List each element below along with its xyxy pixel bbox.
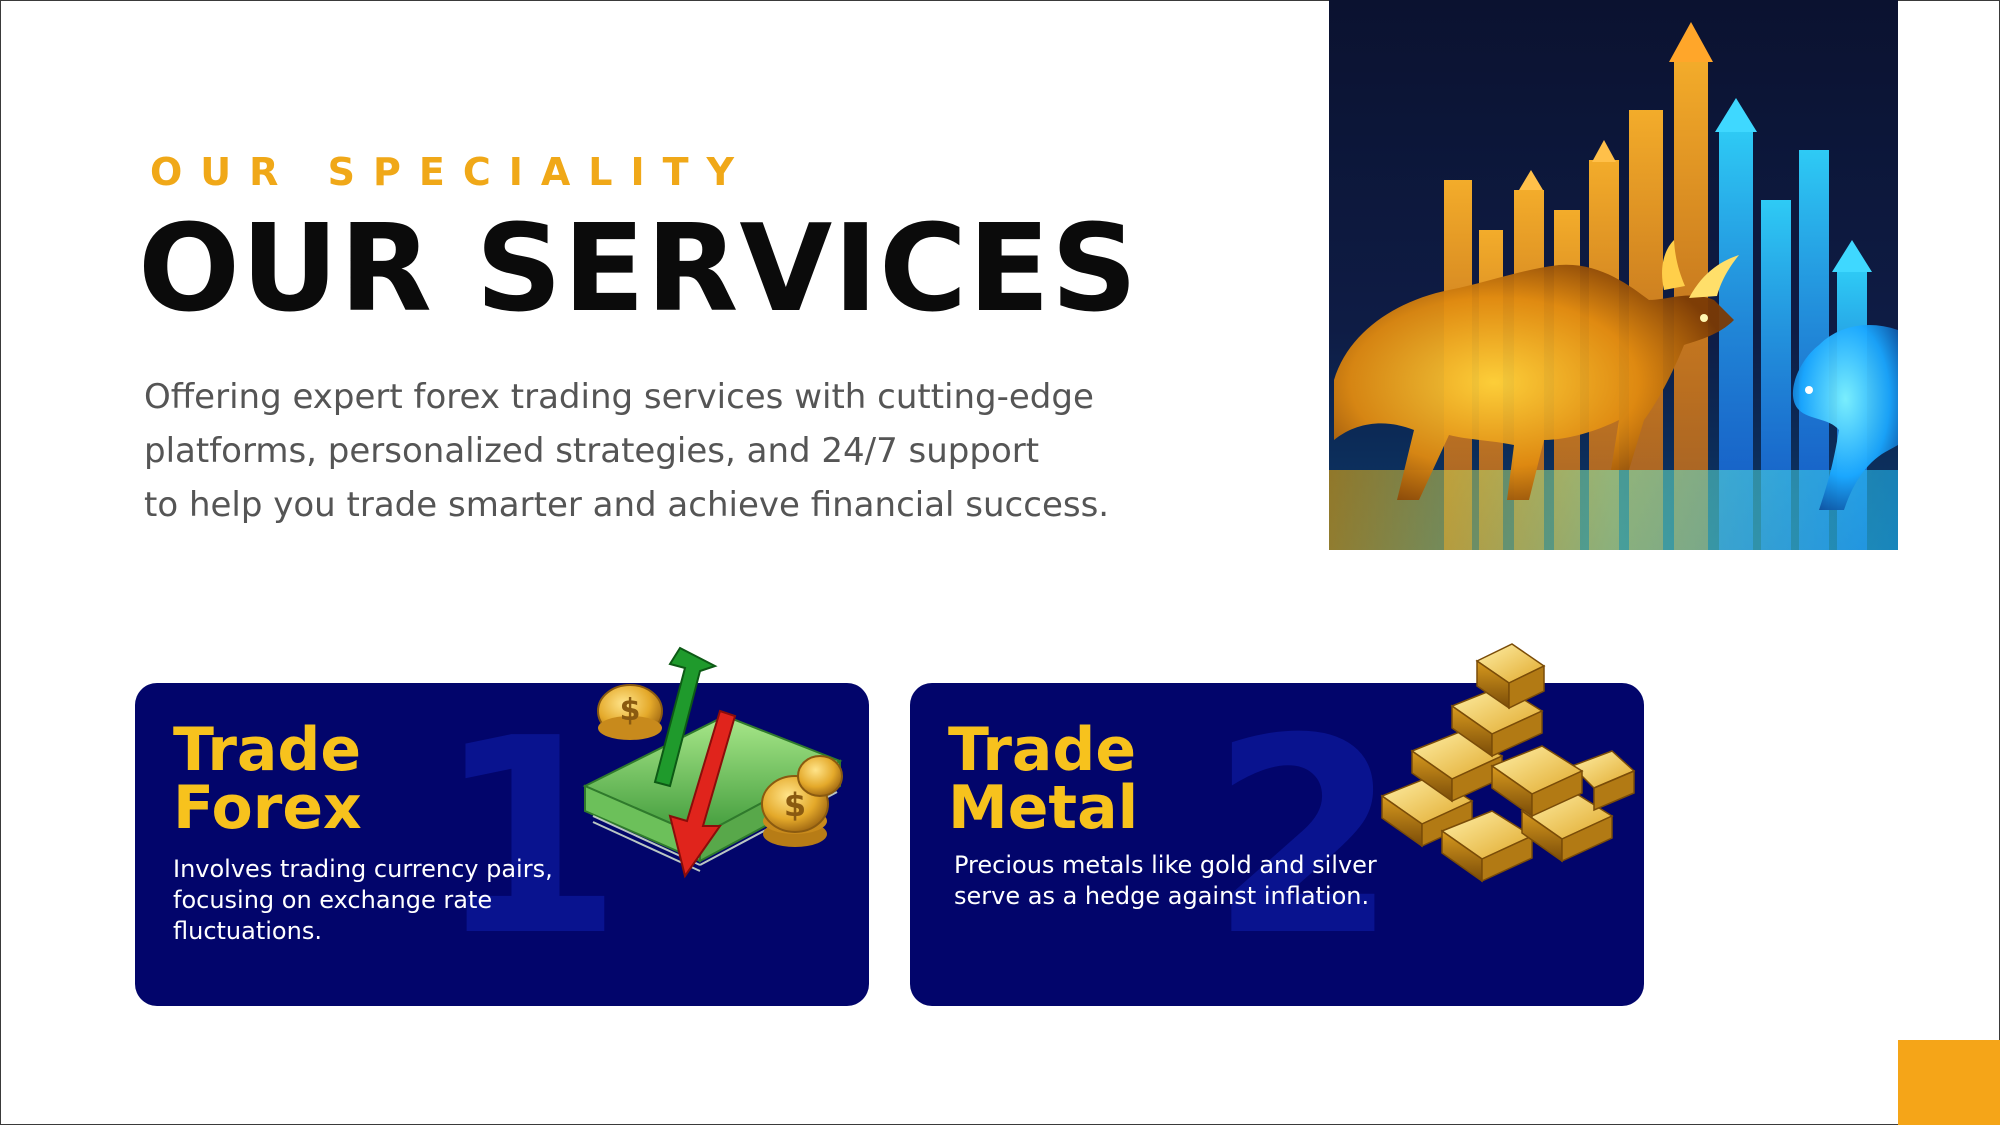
card-title-line: Forex — [173, 773, 362, 843]
money-exchange-icon: $ $ — [575, 636, 855, 896]
card-title-line: Trade — [948, 715, 1137, 785]
card-description: Involves trading currency pairs, focusin… — [173, 854, 593, 947]
bull-bear-market-image — [1329, 0, 1898, 550]
intro-line: Offering expert forex trading services w… — [144, 377, 1094, 417]
svg-text:$: $ — [620, 693, 641, 728]
page-title: OUR SERVICES — [138, 200, 1139, 339]
card-description-line: Involves trading currency pairs, — [173, 855, 553, 883]
intro-paragraph: Offering expert forex trading services w… — [144, 370, 1244, 532]
section-eyebrow: OUR SPECIALITY — [150, 150, 753, 194]
intro-line: to help you trade smarter and achieve fi… — [144, 485, 1110, 525]
card-number: 2 — [1210, 680, 1398, 995]
corner-accent-block — [1898, 1040, 2000, 1125]
card-title-line: Trade — [173, 715, 362, 785]
card-title: Trade Forex — [173, 715, 433, 843]
card-description-line: fluctuations. — [173, 917, 322, 945]
card-title-line: Metal — [948, 773, 1139, 843]
gold-bars-icon — [1372, 636, 1642, 896]
card-title: Trade Metal — [948, 715, 1208, 843]
card-description-line: focusing on exchange rate — [173, 886, 493, 914]
intro-line: platforms, personalized strategies, and … — [144, 431, 1040, 471]
svg-text:$: $ — [784, 786, 806, 824]
